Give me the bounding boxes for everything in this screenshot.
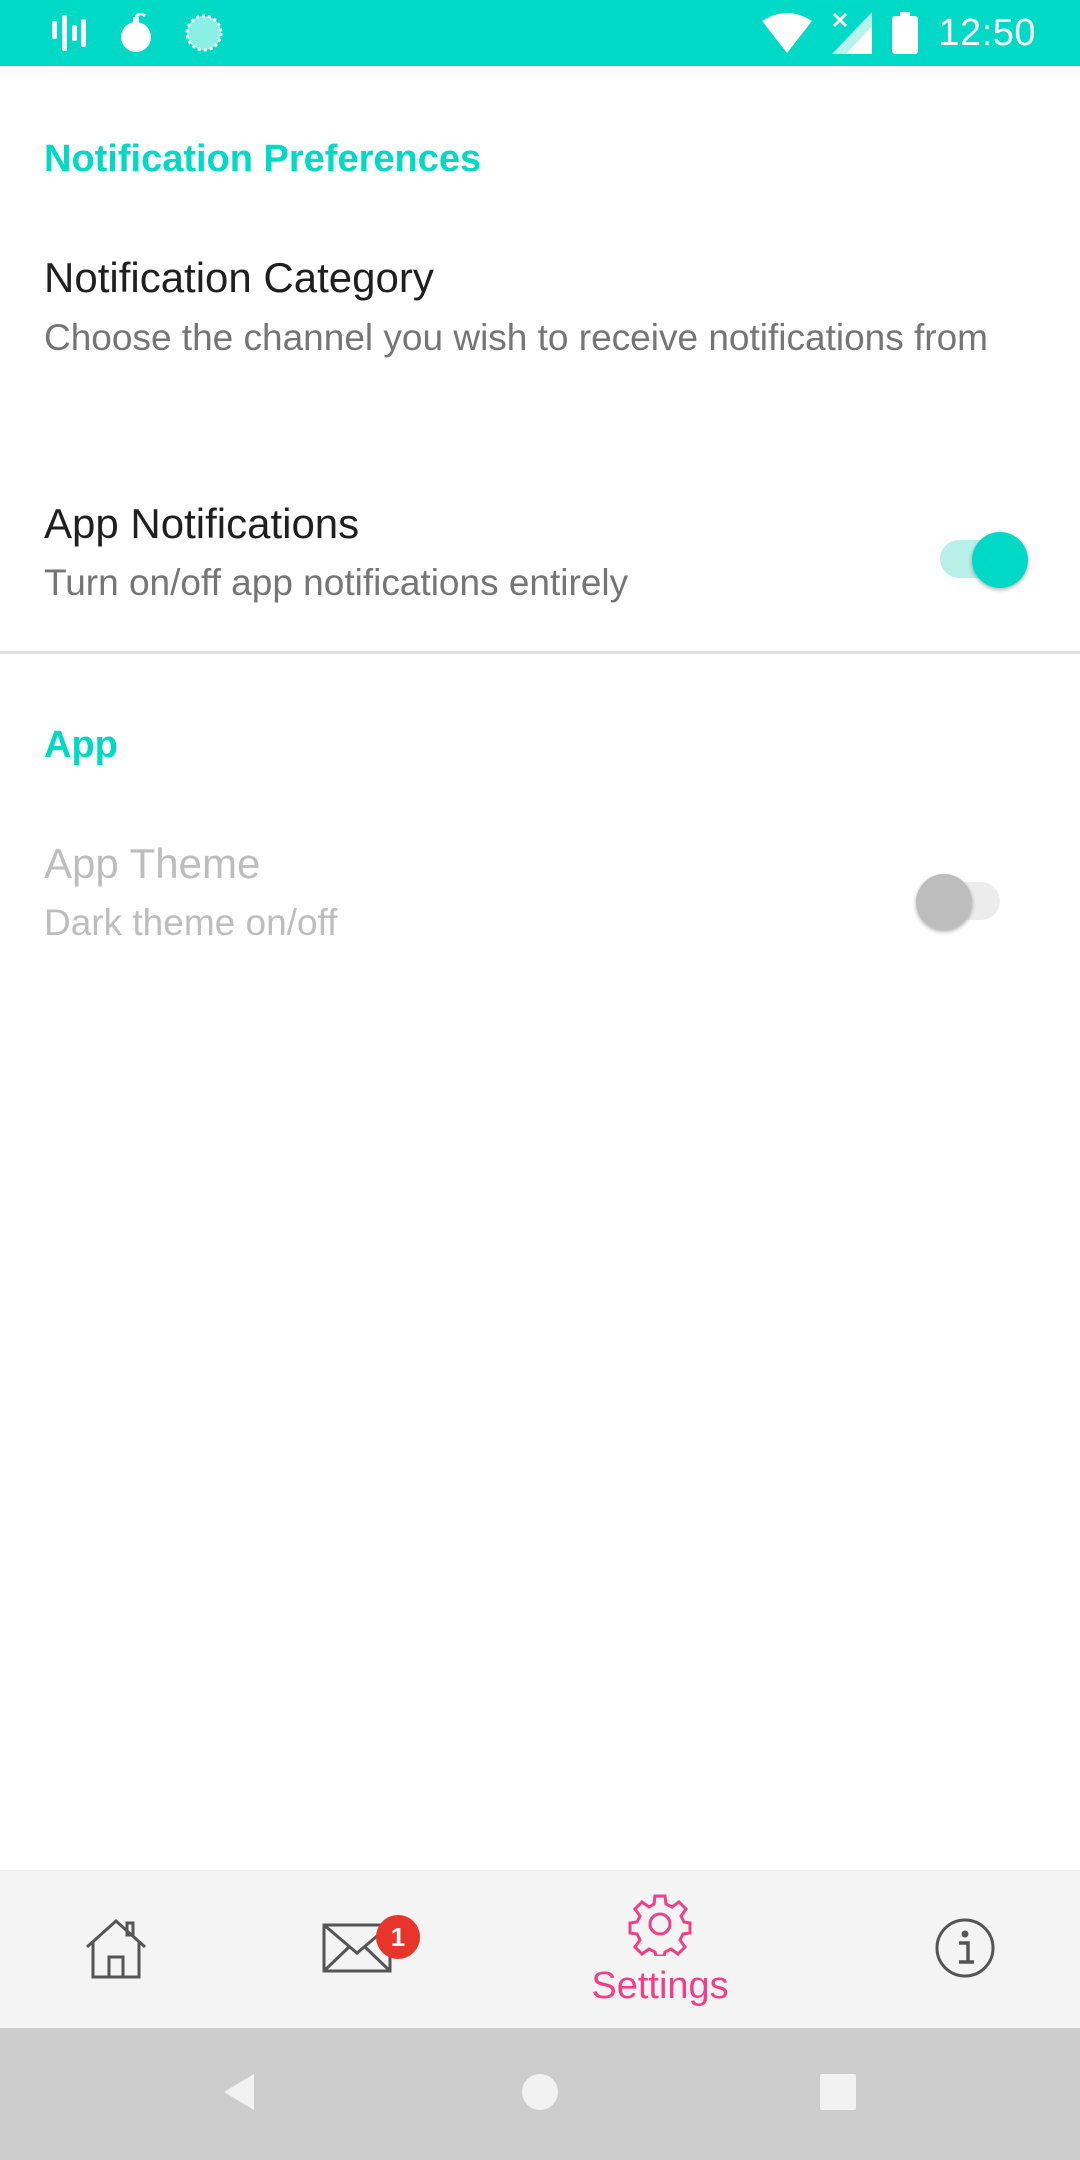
bottom-navigation: 1 Settings (0, 1870, 1080, 2028)
notification-category-title: Notification Category (44, 254, 434, 301)
app-theme-title: App Theme (44, 840, 261, 887)
back-icon (220, 2072, 260, 2117)
nav-settings[interactable]: Settings (560, 1871, 760, 2029)
no-signal-icon (832, 12, 873, 54)
signal-bars-icon (50, 15, 88, 51)
status-time: 12:50 (938, 11, 1036, 54)
home-icon (83, 1917, 149, 1984)
home-button[interactable] (512, 2066, 568, 2122)
system-navigation-bar (0, 2028, 1080, 2160)
home-circle-icon (520, 2072, 560, 2117)
wifi-icon (762, 13, 813, 53)
notification-category-summary: Choose the channel you wish to receive n… (44, 317, 989, 358)
recents-button[interactable] (810, 2066, 866, 2122)
nav-info[interactable] (920, 1871, 1010, 2029)
nav-settings-label: Settings (591, 1965, 729, 2007)
bomb-icon (118, 13, 154, 53)
unread-badge: 1 (376, 1915, 420, 1959)
switch-thumb (972, 532, 1028, 588)
battery-icon (892, 12, 919, 54)
section-header-app: App (44, 724, 118, 766)
nav-home[interactable] (66, 1871, 166, 2029)
recents-icon (820, 2073, 856, 2115)
app-notifications-title: App Notifications (44, 500, 360, 547)
status-left-icons (50, 12, 224, 54)
section-header-notification-preferences: Notification Preferences (44, 138, 482, 180)
info-icon (934, 1917, 996, 1984)
app-notifications-switch[interactable] (934, 522, 1028, 588)
app-theme-switch[interactable] (916, 864, 1006, 930)
nav-messages[interactable]: 1 (302, 1871, 420, 2029)
status-bar: 12:50 (0, 0, 1080, 66)
gear-icon (628, 1892, 692, 1961)
switch-thumb (916, 874, 972, 930)
app-notifications-summary: Turn on/off app notifications entirely (44, 562, 629, 603)
section-divider (0, 651, 1080, 654)
app-theme-summary: Dark theme on/off (44, 902, 338, 943)
loading-circle-icon (184, 13, 224, 53)
status-right-icons: 12:50 (762, 10, 1036, 56)
back-button[interactable] (212, 2066, 268, 2122)
